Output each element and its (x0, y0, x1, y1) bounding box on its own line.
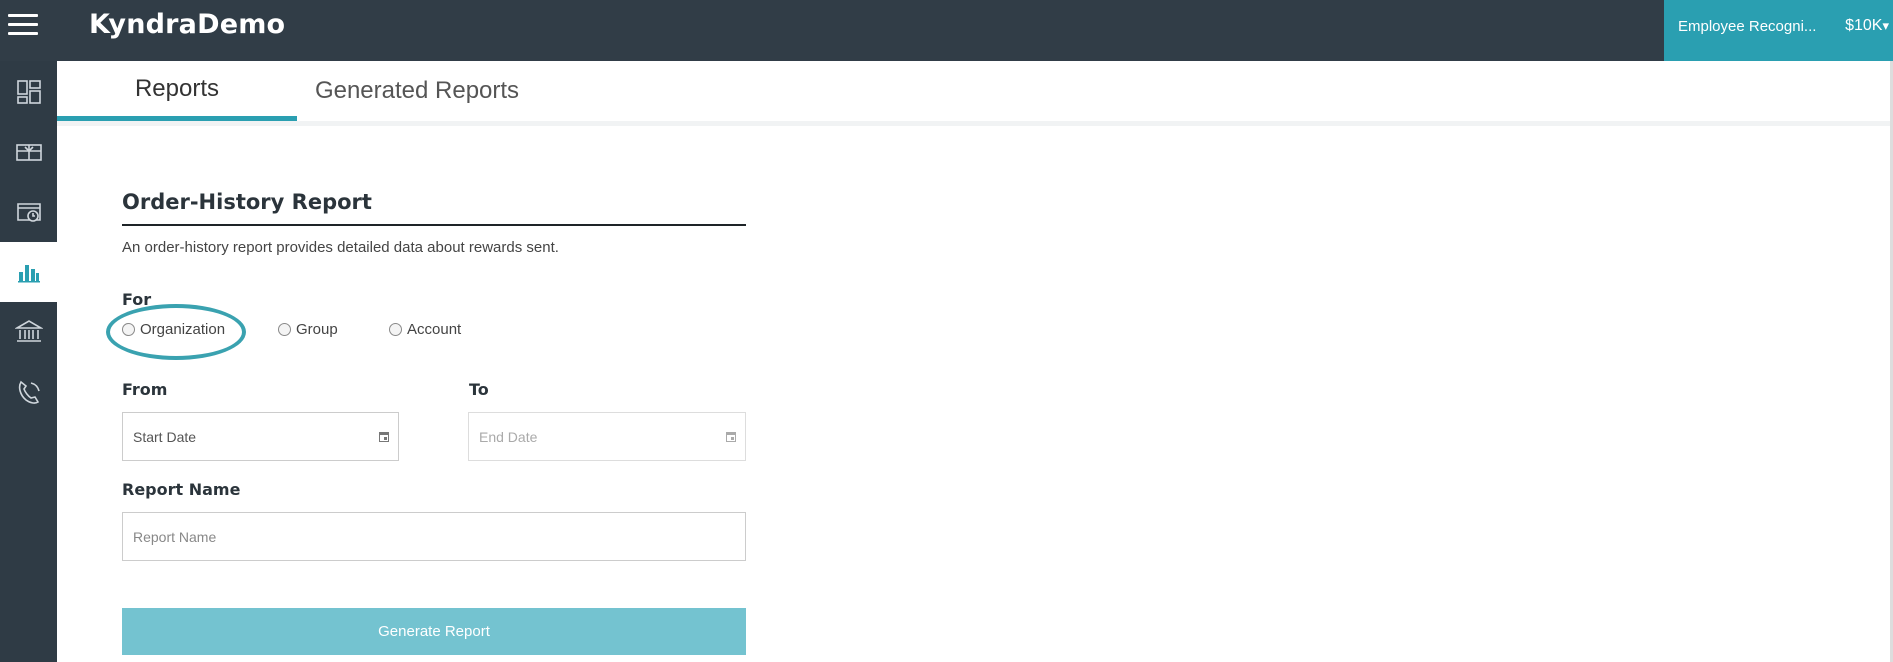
dashboard-icon (16, 80, 41, 104)
end-date-input[interactable]: End Date (468, 412, 746, 461)
program-balance: $10K▾ (1845, 17, 1889, 34)
tab-generated-reports[interactable]: Generated Reports (297, 61, 537, 121)
calendar-icon[interactable] (379, 432, 389, 442)
support-phone-icon (18, 380, 40, 404)
sidebar-item-rewards[interactable] (0, 122, 57, 182)
report-name-placeholder: Report Name (133, 528, 217, 545)
start-date-placeholder: Start Date (133, 428, 197, 445)
report-name-input[interactable]: Report Name (122, 512, 746, 561)
tab-reports[interactable]: Reports (57, 61, 297, 121)
order-history-icon (16, 203, 41, 222)
program-name: Employee Recogni... (1678, 18, 1817, 35)
sidebar-item-support[interactable] (0, 362, 57, 422)
report-description: An order-history report provides detaile… (122, 239, 559, 256)
sidebar-item-orders[interactable] (0, 182, 57, 242)
report-name-label: Report Name (122, 480, 241, 499)
top-bar: KyndraDemo Employee Recogni... $10K▾ (0, 0, 1893, 61)
end-date-placeholder: End Date (479, 428, 538, 445)
radio-button[interactable] (278, 323, 291, 336)
title-divider (122, 224, 746, 226)
menu-icon[interactable] (8, 14, 38, 36)
highlight-annotation (106, 304, 246, 360)
to-label: To (469, 380, 489, 399)
calendar-icon[interactable] (726, 432, 736, 442)
radio-label: Group (296, 321, 338, 338)
generate-report-button[interactable]: Generate Report (122, 608, 746, 655)
from-label: From (122, 380, 168, 399)
brand-title: KyndraDemo (89, 9, 286, 40)
gift-card-icon (15, 144, 42, 161)
program-selector[interactable]: Employee Recogni... $10K▾ (1664, 0, 1893, 61)
radio-label: Account (407, 321, 462, 338)
start-date-input[interactable]: Start Date (122, 412, 399, 461)
bank-icon (14, 320, 43, 342)
report-title: Order-History Report (122, 190, 372, 214)
radio-account[interactable]: Account (389, 321, 461, 338)
sidebar-item-reports[interactable] (0, 242, 57, 302)
chevron-down-icon: ▾ (1882, 18, 1889, 33)
tab-bar: Reports Generated Reports (57, 61, 1890, 126)
radio-group[interactable]: Group (278, 321, 338, 338)
bar-chart-icon (17, 265, 40, 283)
sidebar (0, 61, 57, 662)
radio-button[interactable] (389, 323, 402, 336)
sidebar-item-funding[interactable] (0, 302, 57, 362)
sidebar-item-dashboard[interactable] (0, 62, 57, 122)
